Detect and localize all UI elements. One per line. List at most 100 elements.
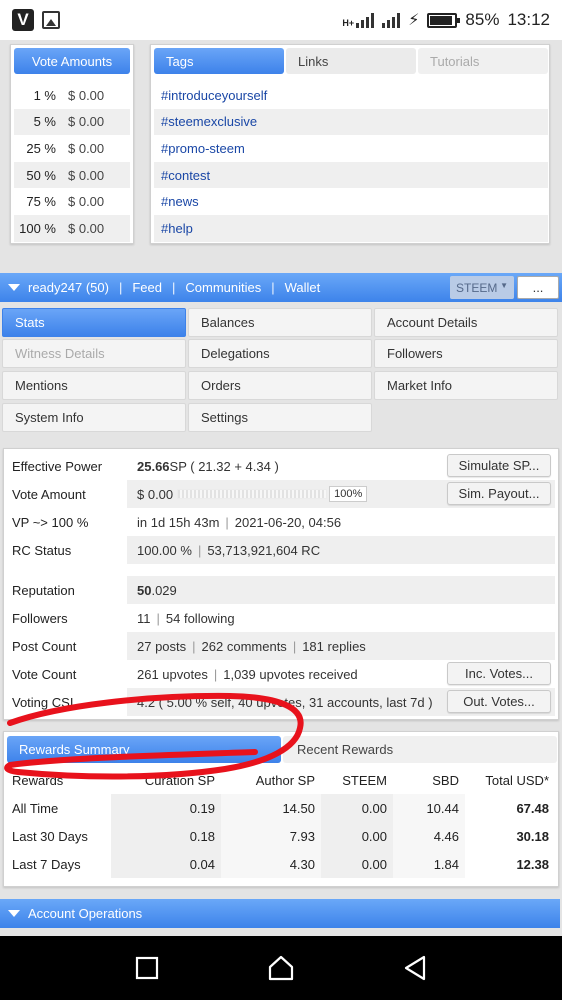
rewards-cell-period: All Time	[12, 800, 59, 816]
rewards-cell-steem: 0.00	[321, 794, 393, 822]
nav-orders[interactable]: Orders	[188, 371, 372, 400]
tab-links[interactable]: Links	[286, 48, 416, 74]
reputation-row: Reputation 50.029	[7, 576, 555, 604]
upvotes-count: 261 upvotes	[137, 666, 208, 682]
tab-tutorials[interactable]: Tutorials	[418, 48, 548, 74]
stats-nav-grid: Stats Balances Account Details Witness D…	[2, 308, 558, 434]
tag-link[interactable]: #contest	[154, 161, 548, 189]
rewards-cell-author: 4.30	[221, 850, 321, 878]
voting-csi-row: Voting CSI 4.2 ( 5.00 % self, 40 upvotes…	[7, 688, 555, 716]
rewards-cell-curation: 0.18	[111, 822, 221, 850]
effective-power-row: Effective Power 25.66 SP ( 21.32 + 4.34 …	[7, 452, 555, 480]
separator: |	[225, 514, 229, 530]
rc-amount: 53,713,921,604 RC	[207, 542, 321, 558]
nav-account-details[interactable]: Account Details	[374, 308, 558, 337]
vote-weight-slider[interactable]	[177, 489, 328, 499]
nav-delegations[interactable]: Delegations	[188, 339, 372, 368]
nav-mentions[interactable]: Mentions	[2, 371, 186, 400]
vp-row: VP ~> 100 % in 1d 15h 43m | 2021-06-20, 04…	[7, 508, 555, 536]
separator: |	[156, 610, 160, 626]
back-button[interactable]	[395, 948, 435, 988]
tag-link[interactable]: #help	[154, 214, 548, 242]
vote-value: $ 0.00	[68, 167, 105, 183]
currency-select-value: STEEM	[456, 280, 498, 295]
vote-percent: 50 %	[26, 167, 56, 183]
rewards-row: Last 30 Days 0.18 7.93 0.00 4.46 30.18	[7, 822, 555, 850]
collapse-triangle-icon[interactable]	[8, 284, 20, 291]
communities-link[interactable]: Communities	[185, 280, 261, 295]
tag-list: #introduceyourself #steemexclusive #promo-…	[154, 82, 548, 242]
rewards-cell-author: 7.93	[221, 822, 321, 850]
column-header: Curation SP	[144, 772, 215, 788]
sim-payout-button[interactable]: Sim. Payout...	[447, 482, 551, 505]
app-v-icon: V	[12, 9, 34, 31]
vote-amount-row: 75 % $ 0.00	[14, 188, 130, 215]
collapse-triangle-icon	[8, 910, 20, 917]
rc-status-row: RC Status 100.00 % | 53,713,921,604 RC	[7, 536, 555, 564]
vp-date: 2021-06-20, 04:56	[234, 514, 342, 530]
vote-amounts-header[interactable]: Vote Amounts	[14, 48, 130, 74]
charging-icon: ⚡	[408, 12, 420, 29]
home-icon	[268, 955, 294, 981]
feed-link[interactable]: Feed	[132, 280, 162, 295]
more-button[interactable]: ...	[517, 276, 559, 299]
nav-followers[interactable]: Followers	[374, 339, 558, 368]
tag-link[interactable]: #news	[154, 188, 548, 215]
gallery-icon	[42, 11, 60, 29]
home-button[interactable]	[261, 948, 301, 988]
separator: |	[271, 280, 275, 295]
vote-value: $ 0.00	[68, 114, 105, 130]
row-label: Post Count	[12, 638, 77, 654]
vote-amount-row: 5 % $ 0.00	[14, 108, 130, 136]
tab-rewards-summary[interactable]: Rewards Summary	[7, 736, 281, 763]
rewards-cell-total: 30.18	[516, 828, 549, 844]
wallet-link[interactable]: Wallet	[285, 280, 321, 295]
vote-amount-row: Vote Amount $ 0.00 100% Sim. Payout...	[7, 480, 555, 508]
voting-csi-value: 4.2 ( 5.00 % self, 40 upvotes, 31 accoun…	[137, 694, 433, 710]
recents-button[interactable]	[127, 948, 167, 988]
row-label: Followers	[12, 610, 68, 626]
vote-weight-percent: 100%	[329, 486, 368, 502]
incoming-votes-button[interactable]: Inc. Votes...	[447, 662, 551, 685]
vote-count-row: Vote Count 261 upvotes | 1,039 upvotes rec…	[7, 660, 555, 688]
simulate-sp-button[interactable]: Simulate SP...	[447, 454, 551, 477]
tag-link[interactable]: #promo-steem	[154, 135, 548, 162]
clock: 13:12	[507, 10, 550, 29]
account-operations-bar[interactable]: Account Operations	[0, 899, 560, 928]
row-label: Vote Amount	[12, 486, 86, 502]
vote-amount-row: 25 % $ 0.00	[14, 135, 130, 162]
nav-witness-details[interactable]: Witness Details	[2, 339, 186, 368]
tab-recent-rewards[interactable]: Recent Rewards	[283, 736, 557, 763]
tag-link[interactable]: #steemexclusive	[154, 108, 548, 136]
column-header: Total USD*	[485, 772, 549, 788]
chevron-down-icon: ▼	[500, 281, 508, 290]
back-triangle-icon	[404, 955, 426, 981]
nav-stats[interactable]: Stats	[2, 308, 186, 337]
rewards-cell-sbd: 4.46	[393, 822, 465, 850]
nav-market-info[interactable]: Market Info	[374, 371, 558, 400]
vote-value: $ 0.00	[68, 140, 105, 156]
nav-balances[interactable]: Balances	[188, 308, 372, 337]
tab-tags[interactable]: Tags	[154, 48, 284, 74]
replies-count: 181 replies	[302, 638, 366, 654]
rewards-cell-sbd: 1.84	[393, 850, 465, 878]
followers-count: 11	[137, 610, 151, 626]
battery-icon	[427, 12, 461, 28]
currency-select[interactable]: STEEM ▼	[450, 276, 514, 299]
nav-settings[interactable]: Settings	[188, 403, 372, 432]
stats-panel: Effective Power 25.66 SP ( 21.32 + 4.34 …	[3, 448, 559, 720]
row-label: VP ~> 100 %	[12, 514, 89, 530]
vote-amount-row: 100 % $ 0.00	[14, 214, 130, 242]
tag-link[interactable]: #introduceyourself	[154, 82, 548, 109]
account-bar: ready247 (50) | Feed | Communities | Wal…	[0, 273, 562, 302]
tags-panel: Tags Links Tutorials #introduceyourself #…	[150, 44, 550, 244]
rewards-cell-steem: 0.00	[321, 822, 393, 850]
rewards-cell-period: Last 30 Days	[12, 828, 88, 844]
nav-system-info[interactable]: System Info	[2, 403, 186, 432]
account-operations-label: Account Operations	[28, 906, 143, 921]
outgoing-votes-button[interactable]: Out. Votes...	[447, 690, 551, 713]
rewards-row: All Time 0.19 14.50 0.00 10.44 67.48	[7, 794, 555, 822]
account-name-link[interactable]: ready247 (50)	[28, 280, 109, 295]
page-content: Vote Amounts 1 % $ 0.00 5 % $ 0.00 25 % $ 0.0…	[0, 40, 562, 936]
vote-amount-row: 1 % $ 0.00	[14, 82, 130, 109]
